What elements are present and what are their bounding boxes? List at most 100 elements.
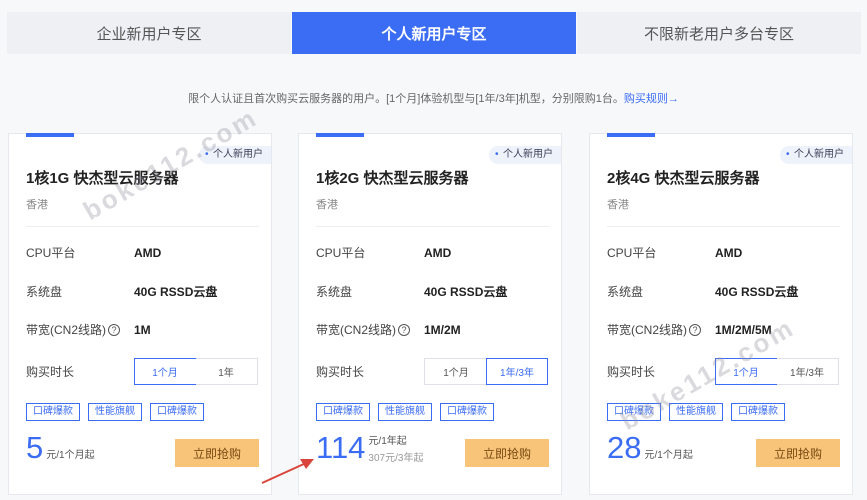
disk-row: 系统盘 40G RSSD云盘	[26, 283, 217, 300]
notice-text: 限个人认证且首次购买云服务器的用户。[1个月]体验机型与[1年/3年]机型，分别…	[0, 90, 867, 106]
bandwidth-label: 带宽(CN2线路)?	[607, 321, 715, 338]
price-units: 元/1年起 307元/3年起	[368, 432, 423, 464]
disk-label: 系统盘	[607, 285, 644, 299]
cpu-label: CPU平台	[316, 246, 366, 260]
product-name: 1核1G 快杰型云服务器	[26, 170, 179, 187]
product-region: 香港	[607, 199, 629, 211]
bandwidth-label-text: 带宽(CN2线路)	[26, 323, 106, 337]
new-user-badge: 个人新用户	[780, 146, 852, 164]
feature-tag: 性能旗舰	[378, 403, 432, 421]
zone-tabs: 企业新用户专区 个人新用户专区 不限新老用户多台专区	[0, 12, 867, 54]
feature-tag: 性能旗舰	[669, 403, 723, 421]
price: 114 元/1年起 307元/3年起	[316, 430, 423, 465]
price: 5 元/1个月起	[26, 432, 95, 464]
duration-selector: 1个月 1年/3年	[424, 358, 548, 385]
bandwidth-row: 带宽(CN2线路)? 1M/2M/5M	[607, 321, 772, 338]
price-unit: 元/1年起	[368, 436, 407, 447]
duration-option[interactable]: 1年/3年	[776, 359, 838, 384]
new-user-badge: 个人新用户	[489, 146, 561, 164]
bandwidth-label: 带宽(CN2线路)?	[26, 321, 134, 338]
duration-label: 购买时长	[607, 365, 656, 379]
duration-row: 购买时长 1个月 1年/3年	[607, 358, 839, 385]
cpu-value: AMD	[424, 245, 452, 260]
cpu-label: CPU平台	[607, 246, 657, 260]
price: 28 元/1个月起	[607, 432, 693, 464]
feature-tag: 口碑爆款	[26, 403, 80, 421]
product-card-2: 个人新用户 1核2G 快杰型云服务器 香港 CPU平台 AMD 系统盘 40G RS…	[298, 133, 562, 495]
disk-value: 40G RSSD云盘	[424, 285, 508, 299]
disk-row: 系统盘 40G RSSD云盘	[607, 283, 798, 300]
bandwidth-value: 1M	[134, 322, 151, 337]
help-icon[interactable]: ?	[689, 323, 701, 336]
duration-option[interactable]: 1年/3年	[486, 358, 548, 385]
product-name: 2核4G 快杰型云服务器	[607, 170, 760, 187]
tab-personal-new[interactable]: 个人新用户专区	[292, 12, 576, 54]
bandwidth-label-text: 带宽(CN2线路)	[316, 323, 396, 337]
buy-now-button[interactable]: 立即抢购	[175, 439, 259, 467]
buy-now-button[interactable]: 立即抢购	[465, 439, 549, 467]
feature-tag: 口碑爆款	[150, 403, 204, 421]
duration-option[interactable]: 1个月	[425, 359, 487, 384]
price-sub: 307元/3年起	[368, 453, 424, 464]
cpu-value: AMD	[134, 245, 162, 260]
duration-selector: 1个月 1年/3年	[715, 358, 839, 385]
bandwidth-row: 带宽(CN2线路)? 1M/2M	[316, 321, 461, 338]
bandwidth-label-text: 带宽(CN2线路)	[607, 323, 687, 337]
product-region: 香港	[26, 199, 48, 211]
price-unit: 元/1个月起	[46, 450, 95, 461]
bandwidth-value: 1M/2M/5M	[715, 322, 772, 337]
feature-tags: 口碑爆款 性能旗舰 口碑爆款	[316, 403, 494, 421]
disk-label: 系统盘	[26, 285, 63, 299]
notice-body: 限个人认证且首次购买云服务器的用户。[1个月]体验机型与[1年/3年]机型，分别…	[188, 93, 624, 105]
bandwidth-row: 带宽(CN2线路)? 1M	[26, 321, 151, 338]
feature-tags: 口碑爆款 性能旗舰 口碑爆款	[26, 403, 204, 421]
cpu-label: CPU平台	[26, 246, 76, 260]
disk-value: 40G RSSD云盘	[134, 285, 218, 299]
duration-option[interactable]: 1个月	[715, 358, 777, 385]
duration-option[interactable]: 1年	[195, 359, 257, 384]
disk-label: 系统盘	[316, 285, 353, 299]
price-amount: 28	[607, 430, 642, 465]
tab-enterprise-new[interactable]: 企业新用户专区	[7, 12, 291, 54]
product-name: 1核2G 快杰型云服务器	[316, 170, 469, 187]
duration-row: 购买时长 1个月 1年/3年	[316, 358, 548, 385]
price-unit: 元/1个月起	[644, 450, 693, 461]
duration-selector: 1个月 1年	[134, 358, 258, 385]
feature-tags: 口碑爆款 性能旗舰 口碑爆款	[607, 403, 785, 421]
bandwidth-value: 1M/2M	[424, 322, 461, 337]
cpu-row: CPU平台 AMD	[607, 244, 742, 261]
divider	[607, 226, 840, 227]
duration-label: 购买时长	[26, 365, 75, 379]
tab-all-users-multi[interactable]: 不限新老用户多台专区	[577, 12, 861, 54]
buy-now-button[interactable]: 立即抢购	[756, 439, 840, 467]
divider	[316, 226, 549, 227]
purchase-rules-link[interactable]: 购买规则→	[624, 93, 679, 105]
feature-tag: 口碑爆款	[440, 403, 494, 421]
feature-tag: 口碑爆款	[731, 403, 785, 421]
feature-tag: 口碑爆款	[607, 403, 661, 421]
feature-tag: 口碑爆款	[316, 403, 370, 421]
price-amount: 5	[26, 430, 44, 465]
cpu-value: AMD	[715, 245, 743, 260]
feature-tag: 性能旗舰	[88, 403, 142, 421]
card-accent-bar	[26, 133, 74, 137]
disk-row: 系统盘 40G RSSD云盘	[316, 283, 507, 300]
product-region: 香港	[316, 199, 338, 211]
card-accent-bar	[607, 133, 655, 137]
price-amount: 114	[316, 430, 366, 465]
new-user-badge: 个人新用户	[199, 146, 271, 164]
duration-row: 购买时长 1个月 1年	[26, 358, 258, 385]
card-accent-bar	[316, 133, 364, 137]
product-card-1: 个人新用户 1核1G 快杰型云服务器 香港 CPU平台 AMD 系统盘 40G RS…	[8, 133, 272, 495]
divider	[26, 226, 259, 227]
help-icon[interactable]: ?	[398, 323, 410, 336]
cpu-row: CPU平台 AMD	[26, 244, 161, 261]
help-icon[interactable]: ?	[108, 323, 120, 336]
cpu-row: CPU平台 AMD	[316, 244, 451, 261]
product-card-3: 个人新用户 2核4G 快杰型云服务器 香港 CPU平台 AMD 系统盘 40G RS…	[589, 133, 853, 495]
annotation-arrow-icon	[261, 459, 314, 484]
duration-option[interactable]: 1个月	[134, 358, 196, 385]
duration-label: 购买时长	[316, 365, 365, 379]
bandwidth-label: 带宽(CN2线路)?	[316, 321, 424, 338]
disk-value: 40G RSSD云盘	[715, 285, 799, 299]
